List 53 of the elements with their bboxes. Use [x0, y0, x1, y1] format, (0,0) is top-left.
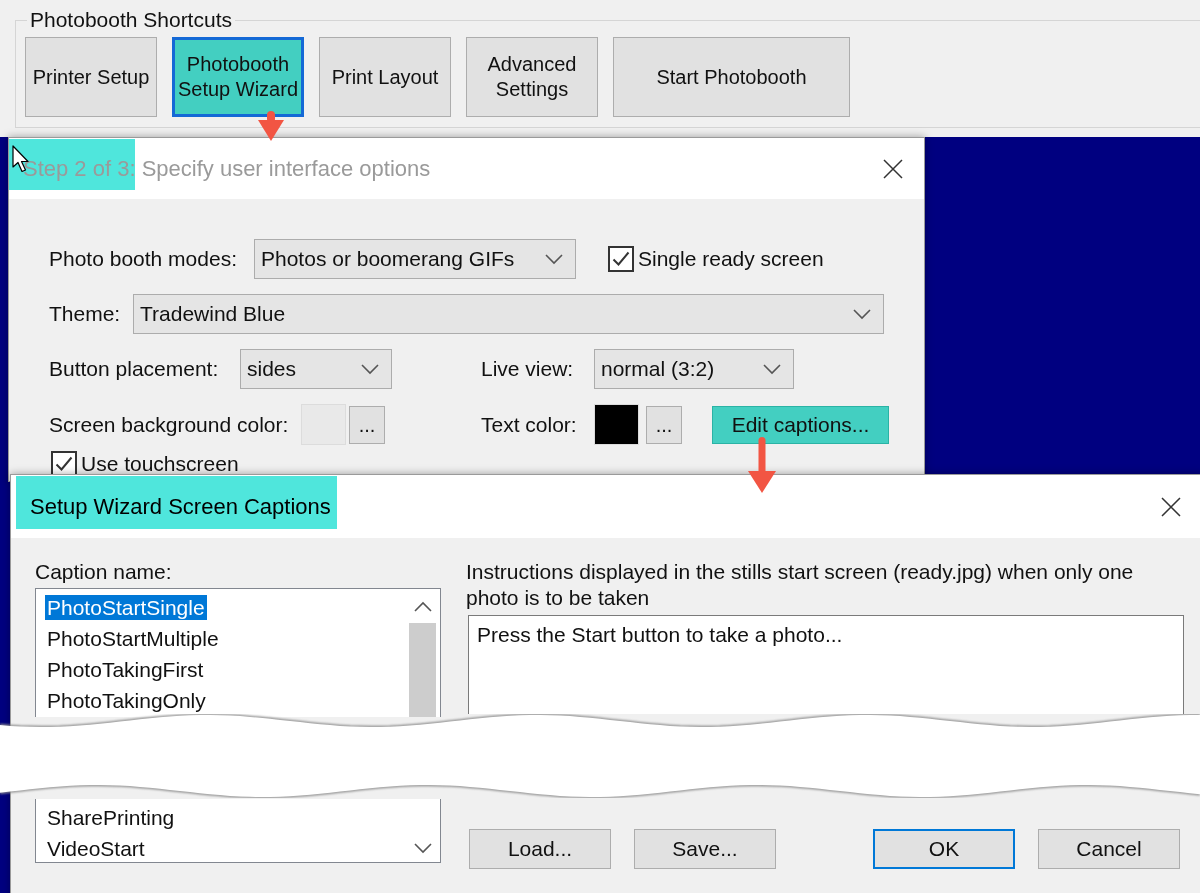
chevron-down-icon — [545, 253, 563, 265]
color-picker-button[interactable]: ... — [349, 405, 385, 444]
field-label: Caption name: — [35, 559, 173, 585]
checkbox[interactable] — [51, 451, 77, 477]
dialog-button[interactable]: Cancel — [1038, 829, 1180, 869]
edit-captions-button[interactable]: Edit captions... — [712, 405, 889, 444]
group-title: Photobooth Shortcuts — [29, 8, 233, 32]
field-label: Screen background color: — [49, 411, 290, 438]
chevron-down-icon — [763, 363, 781, 375]
checkmark-icon — [612, 251, 630, 267]
checkmark-icon — [55, 456, 73, 472]
shortcut-button[interactable]: Advanced Settings — [466, 37, 598, 117]
list-item[interactable]: PhotoTakingOnly — [45, 688, 208, 713]
caption-list[interactable]: PhotoStartSingle PhotoStartMultiple PhotoTakingFirst PhotoTakingOnly — [35, 588, 441, 717]
shortcut-button[interactable]: Print Layout — [319, 37, 451, 117]
close-icon[interactable] — [1161, 496, 1181, 517]
scrollbar-thumb[interactable] — [409, 623, 436, 717]
scroll-up-icon[interactable] — [413, 600, 432, 612]
caption-list[interactable]: SharePrinting VideoStart — [35, 799, 441, 863]
down-arrow-icon — [257, 110, 285, 142]
list-item[interactable]: SharePrinting — [45, 805, 177, 830]
dialog-button[interactable]: Load... — [469, 829, 611, 869]
dropdown[interactable]: Tradewind Blue — [133, 294, 884, 334]
dialog-button[interactable]: Save... — [634, 829, 776, 869]
checkbox-label: Use touchscreen — [81, 451, 239, 477]
list-item[interactable]: VideoStart — [45, 836, 147, 861]
close-icon[interactable] — [883, 158, 903, 179]
shortcut-button[interactable]: Start Photobooth — [613, 37, 850, 117]
caption-description: Instructions displayed in the stills start screen (ready.jpg) when only one photo is to be taken — [466, 559, 1135, 611]
dropdown[interactable]: sides — [240, 349, 392, 389]
field-label: Photo booth modes: — [49, 246, 238, 272]
shortcut-button[interactable]: Photobooth Setup Wizard — [172, 37, 304, 117]
field-label: Theme: — [49, 301, 122, 327]
list-item[interactable]: PhotoStartMultiple — [45, 626, 221, 651]
dropdown[interactable]: Photos or boomerang GIFs — [254, 239, 576, 279]
dropdown[interactable]: normal (3:2) — [594, 349, 794, 389]
color-picker-button[interactable]: ... — [646, 405, 682, 444]
checkbox[interactable] — [608, 246, 634, 272]
field-label: Button placement: — [49, 356, 220, 382]
shortcut-button[interactable]: Printer Setup — [25, 37, 157, 117]
field-label: Live view: — [481, 356, 575, 382]
list-item[interactable]: PhotoTakingFirst — [45, 657, 206, 682]
dialog-title: Setup Wizard Screen Captions — [11, 475, 339, 538]
down-arrow-icon — [747, 437, 777, 494]
scroll-down-icon[interactable] — [413, 842, 432, 854]
chevron-down-icon — [361, 363, 379, 375]
field-label: Text color: — [481, 411, 578, 438]
caption-text-field[interactable]: Press the Start button to take a photo... — [468, 615, 1184, 714]
list-item[interactable]: PhotoStartSingle — [45, 595, 207, 620]
checkbox-label: Single ready screen — [638, 246, 824, 272]
dialog-title: Step 2 of 3: Specify user interface options — [9, 138, 439, 199]
chevron-down-icon — [853, 308, 871, 320]
dialog-button[interactable]: OK — [873, 829, 1015, 869]
